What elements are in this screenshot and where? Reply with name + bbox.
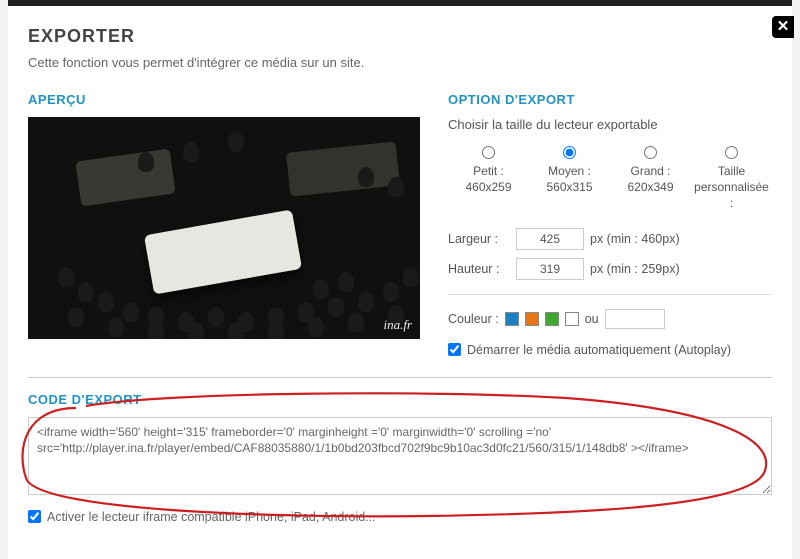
page-title: EXPORTER — [28, 26, 772, 47]
color-or: ou — [585, 312, 599, 326]
video-preview[interactable]: ina.fr — [28, 117, 420, 339]
color-swatch-white[interactable] — [565, 312, 579, 326]
iframe-compat-label: Activer le lecteur iframe compatible iPh… — [47, 510, 376, 524]
color-swatch-blue[interactable] — [505, 312, 519, 326]
color-swatch-orange[interactable] — [525, 312, 539, 326]
height-input[interactable] — [516, 258, 584, 280]
height-hint: px (min : 259px) — [590, 262, 680, 276]
size-radio-petit[interactable] — [482, 146, 495, 159]
page-subtitle: Cette fonction vous permet d'intégrer ce… — [28, 55, 772, 70]
iframe-compat-checkbox[interactable] — [28, 510, 41, 523]
color-swatch-green[interactable] — [545, 312, 559, 326]
watermark: ina.fr — [383, 317, 412, 333]
options-subtitle: Choisir la taille du lecteur exportable — [448, 117, 772, 132]
export-heading: CODE D'EXPORT — [28, 392, 772, 407]
width-input[interactable] — [516, 228, 584, 250]
close-icon[interactable]: ✕ — [772, 16, 794, 38]
size-label-petit: Petit : 460x259 — [448, 163, 529, 195]
size-label-grand: Grand : 620x349 — [610, 163, 691, 195]
size-radio-custom[interactable] — [725, 146, 738, 159]
size-label-custom: Taille personnalisée : — [691, 163, 772, 212]
height-label: Hauteur : — [448, 262, 510, 276]
width-label: Largeur : — [448, 232, 510, 246]
size-radio-moyen[interactable] — [563, 146, 576, 159]
color-input[interactable] — [605, 309, 665, 329]
autoplay-label: Démarrer le média automatiquement (Autop… — [467, 343, 731, 357]
export-code-textarea[interactable] — [28, 417, 772, 495]
color-label: Couleur : — [448, 312, 499, 326]
width-hint: px (min : 460px) — [590, 232, 680, 246]
options-heading: OPTION D'EXPORT — [448, 92, 772, 107]
autoplay-checkbox[interactable] — [448, 343, 461, 356]
size-radio-grand[interactable] — [644, 146, 657, 159]
preview-heading: APERÇU — [28, 92, 420, 107]
size-label-moyen: Moyen : 560x315 — [529, 163, 610, 195]
